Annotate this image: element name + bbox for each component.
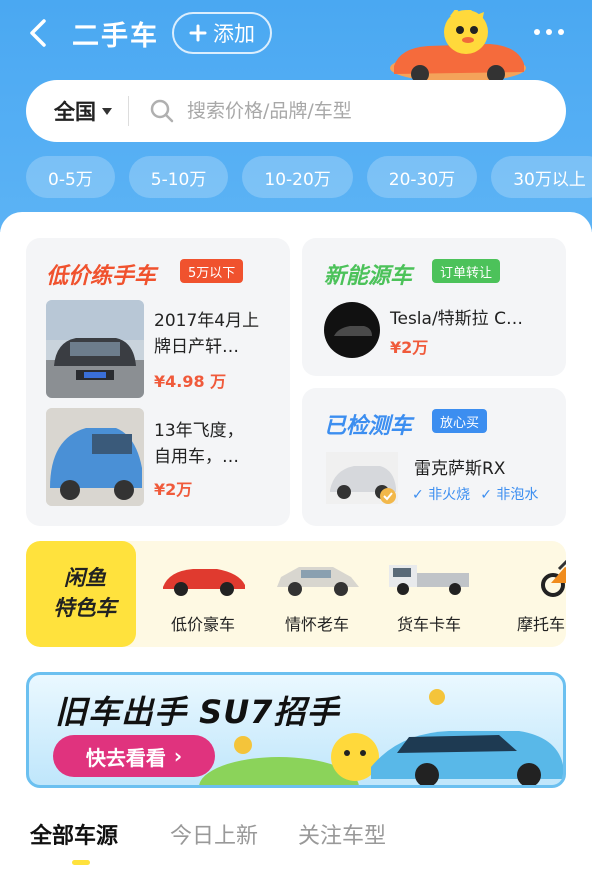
featured-logo: 闲鱼 特色车 [26, 541, 136, 647]
new-energy-title: 新能源车 [324, 264, 413, 289]
inspection-badges: ✓ 非火烧 ✓ 非泡水 [412, 484, 538, 504]
plus-icon [189, 24, 207, 42]
price-filter-chips: 0-5万 5-10万 10-20万 20-30万 30万以上 [26, 156, 592, 198]
sports-car-icon [163, 569, 245, 596]
search-input[interactable] [187, 100, 507, 122]
search-bar: 全国 [26, 80, 566, 142]
chevron-right-icon: › [173, 744, 183, 768]
new-energy-card[interactable]: 新能源车 订单转让 Tesla/特斯拉 C… ¥2万 [302, 238, 566, 376]
lexus-thumbnail[interactable] [326, 452, 398, 504]
listing-price: ¥2万 [154, 480, 193, 499]
cheap-cars-tag: 5万以下 [180, 259, 244, 283]
dropdown-triangle-icon [102, 107, 112, 115]
category-truck[interactable]: 货车卡车 [374, 555, 484, 639]
price-chip[interactable]: 20-30万 [366, 156, 478, 198]
listing-price: ¥2万 [390, 338, 429, 357]
car-thumbnail-fit[interactable] [46, 408, 144, 506]
price-chip[interactable]: 0-5万 [26, 156, 115, 198]
active-tab-indicator [72, 860, 90, 865]
category-luxury[interactable]: 低价豪车 [148, 555, 258, 639]
banner-headline: 旧车出手 SU7招手 [55, 693, 340, 731]
listing-title: 2017年4月上 牌日产轩… [154, 311, 260, 357]
mascot-car-illustration [390, 10, 526, 83]
inspected-tag: 放心买 [432, 409, 488, 433]
price-chip[interactable]: 30万以上 [491, 156, 592, 198]
price-chip[interactable]: 5-10万 [128, 156, 229, 198]
listing-title: 13年飞度， 自用车，… [154, 421, 244, 467]
inspected-card[interactable]: 已检测车 放心买 雷克萨斯RX ✓ 非火烧 ✓ 非泡水 [302, 388, 566, 526]
add-button-label: 添加 [213, 22, 255, 46]
hatchback-image-icon [46, 408, 144, 506]
truck-icon [389, 565, 469, 595]
listing-title: 雷克萨斯RX [414, 459, 506, 479]
search-divider [128, 96, 129, 126]
category-label: 低价豪车 [170, 615, 235, 634]
check-badge: ✓ 非泡水 [480, 487, 539, 503]
tab-all-listings[interactable]: 全部车源 [30, 818, 118, 850]
featured-logo-text: 闲鱼 特色车 [53, 566, 117, 620]
tab-followed-models[interactable]: 关注车型 [298, 818, 386, 850]
add-button[interactable]: 添加 [172, 12, 272, 54]
category-label: 情怀老车 [284, 615, 349, 634]
cheap-cars-title: 低价练手车 [46, 264, 157, 289]
price-chip[interactable]: 10-20万 [242, 156, 353, 198]
promo-banner[interactable]: 旧车出手 SU7招手 快去看看 › [26, 672, 566, 788]
listing-tabs: 全部车源 今日上新 关注车型 [30, 818, 570, 870]
featured-categories: 闲鱼 特色车 低价豪车 情怀老车 货车卡车 摩托车 [26, 541, 566, 647]
check-badge: ✓ 非火烧 [412, 487, 471, 503]
new-energy-tag: 订单转让 [432, 259, 501, 283]
classic-car-icon [277, 567, 359, 596]
tab-new-today[interactable]: 今日上新 [170, 818, 258, 850]
category-motorcycle[interactable]: 摩托车 [486, 555, 566, 639]
top-bar: 二手车 添加 [0, 0, 592, 83]
inspected-title: 已检测车 [324, 414, 413, 439]
search-icon [150, 99, 174, 123]
car-thumbnail-nissan[interactable] [46, 300, 144, 398]
more-options-icon[interactable] [534, 24, 570, 40]
listing-title: Tesla/特斯拉 C… [390, 309, 523, 329]
page-title: 二手车 [72, 21, 159, 52]
region-label: 全国 [54, 100, 96, 124]
banner-cta-label: 快去看看 [85, 745, 166, 770]
category-label: 货车卡车 [396, 615, 461, 634]
sedan-image-icon [46, 300, 144, 398]
category-label: 摩托车 [516, 615, 565, 634]
banner-cta-button[interactable]: 快去看看 › [53, 735, 215, 777]
back-arrow-icon[interactable] [22, 16, 56, 50]
listing-price: ¥4.98 万 [154, 372, 227, 391]
tesla-thumbnail[interactable] [324, 302, 380, 358]
region-selector[interactable]: 全国 [54, 96, 112, 126]
cheap-cars-card[interactable]: 低价练手车 5万以下 2017年4月上 牌日产轩… ¥4.98 万 13年飞度，… [26, 238, 290, 526]
category-classic[interactable]: 情怀老车 [262, 555, 372, 639]
motorcycle-icon [541, 559, 566, 597]
